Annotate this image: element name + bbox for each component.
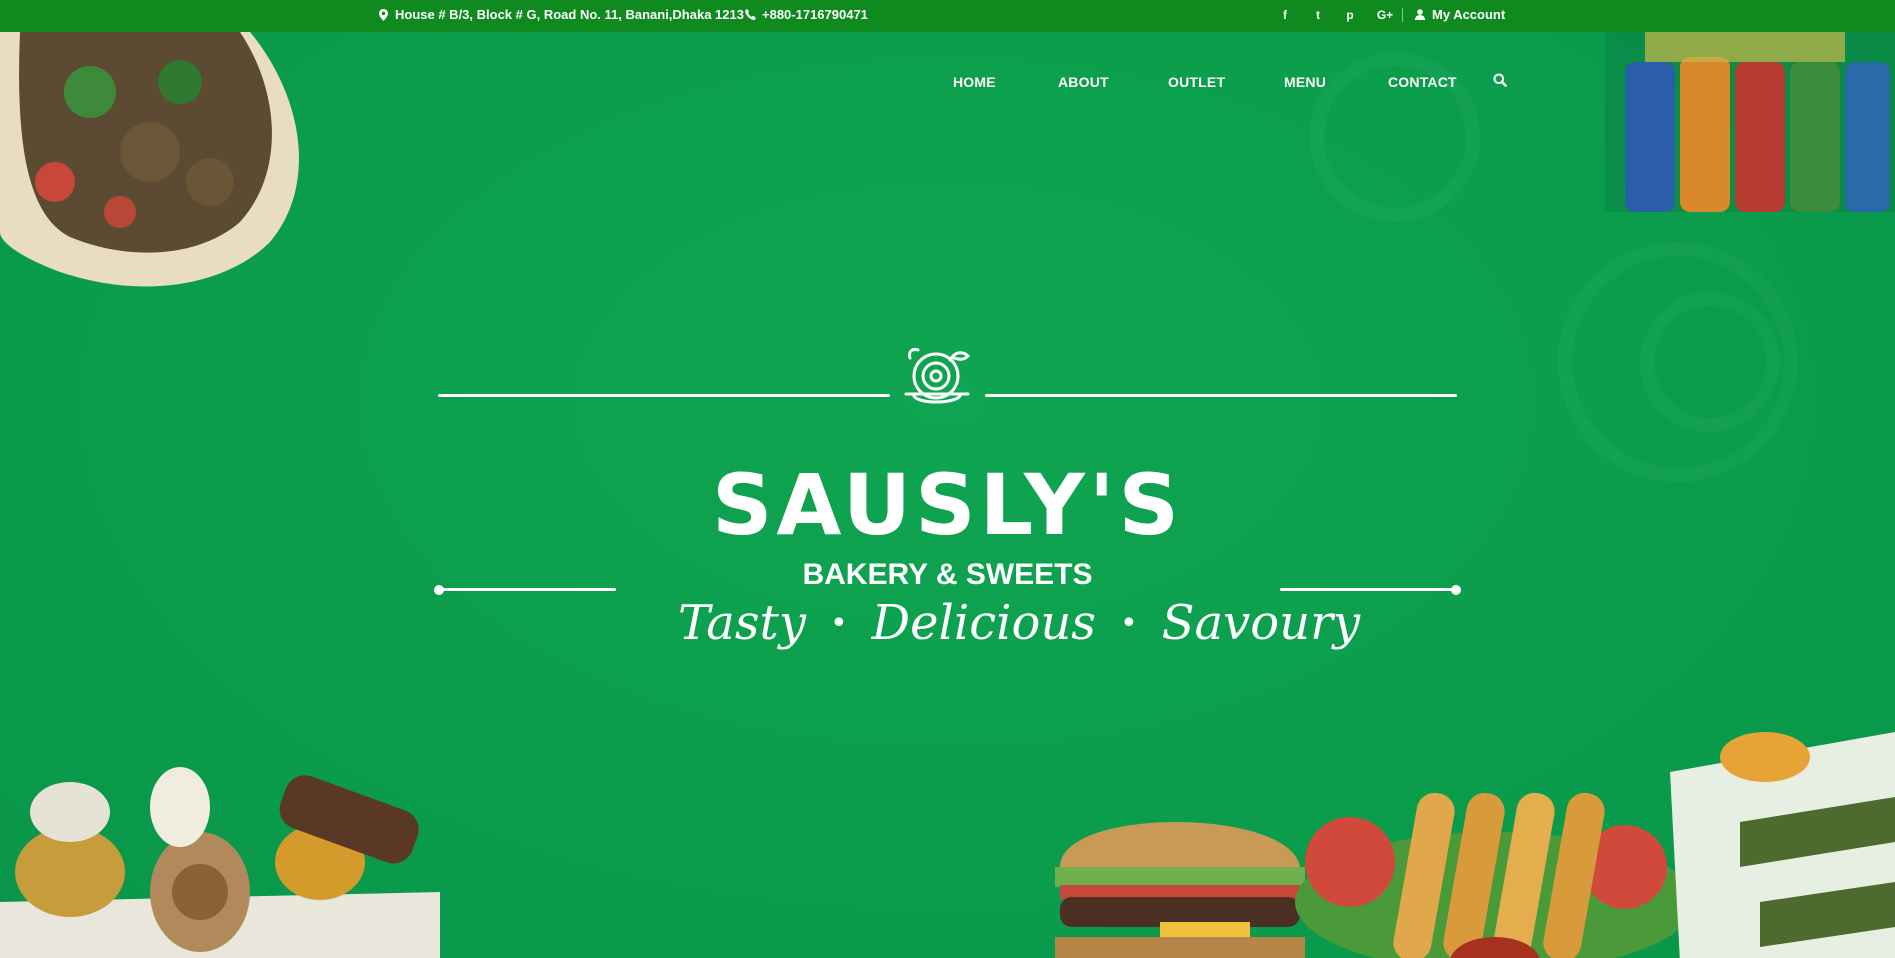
emblem-line-left xyxy=(438,394,890,397)
twitter-icon[interactable]: t xyxy=(1309,0,1327,29)
tagline-word-delicious: Delicious xyxy=(871,595,1096,651)
phone-info: +880-1716790471 xyxy=(743,0,868,29)
nav-menu[interactable]: MENU xyxy=(1284,74,1326,90)
wrap-sandwich-image xyxy=(0,32,299,287)
nav-contact[interactable]: CONTACT xyxy=(1388,74,1457,90)
address-text: House # B/3, Block # G, Road No. 11, Ban… xyxy=(395,7,744,22)
phone-text: +880-1716790471 xyxy=(762,7,868,22)
tagline-separator: • xyxy=(829,605,848,641)
tagline-word-savoury: Savoury xyxy=(1161,595,1361,651)
tagline: Tasty • Delicious • Savoury xyxy=(678,590,1360,656)
nav-home[interactable]: HOME xyxy=(953,74,996,90)
burger-image xyxy=(1055,822,1305,958)
pinterest-icon[interactable]: p xyxy=(1341,0,1359,29)
cake-slice-image xyxy=(1670,732,1895,958)
background-plate-inner xyxy=(1640,292,1780,432)
brand-subtitle: BAKERY & SWEETS xyxy=(802,558,1093,591)
user-icon xyxy=(1413,9,1427,20)
map-marker-icon xyxy=(376,8,390,21)
my-account-link[interactable]: My Account xyxy=(1413,0,1505,29)
tagline-dot-right xyxy=(1451,585,1461,595)
spring-rolls-image xyxy=(1295,792,1695,958)
tagline-word-tasty: Tasty xyxy=(678,595,806,651)
search-icon[interactable] xyxy=(1493,73,1509,89)
hero-section: SAUSLY'S BAKERY & SWEETS Tasty • Delicio… xyxy=(0,32,1895,958)
my-account-label: My Account xyxy=(1432,7,1506,22)
tagline-line-left xyxy=(438,588,616,591)
brand-title: SAUSLY'S xyxy=(711,456,1184,554)
pastries-image xyxy=(0,767,440,958)
nav-outlet[interactable]: OUTLET xyxy=(1168,74,1225,90)
emblem-line-right xyxy=(985,394,1457,397)
soda-cans-image xyxy=(1605,32,1895,212)
phone-icon xyxy=(743,9,757,20)
facebook-icon[interactable]: f xyxy=(1276,0,1294,29)
top-bar: House # B/3, Block # G, Road No. 11, Ban… xyxy=(0,0,1895,32)
topbar-divider xyxy=(1402,8,1403,22)
google-plus-icon[interactable]: G+ xyxy=(1374,0,1396,29)
nav-about[interactable]: ABOUT xyxy=(1058,74,1109,90)
tagline-separator: • xyxy=(1119,605,1138,641)
address-info: House # B/3, Block # G, Road No. 11, Ban… xyxy=(376,0,744,29)
food-bowl-icon xyxy=(904,348,971,404)
